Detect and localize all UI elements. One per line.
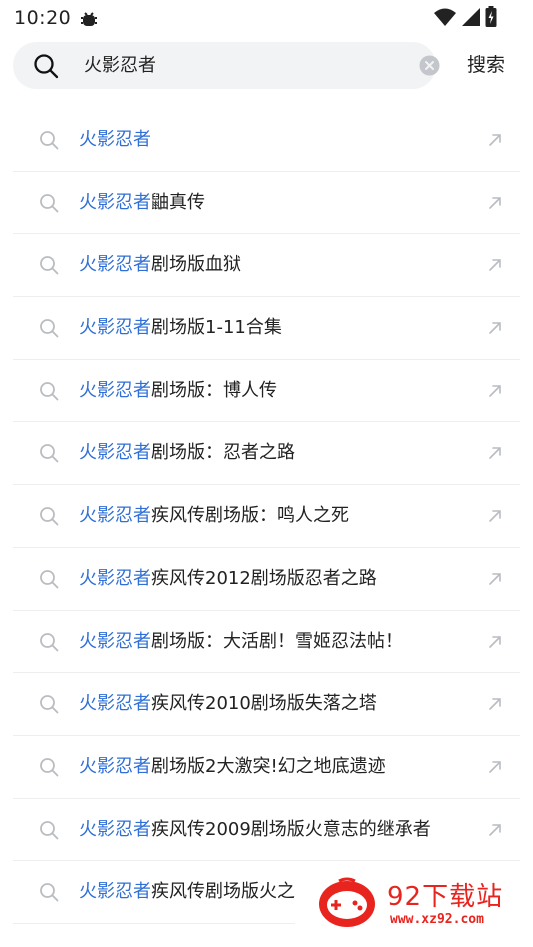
suggestion-rest: 鼬真传 <box>151 191 205 213</box>
suggestion-text: 火影忍者剧场版：博人传 <box>79 360 277 422</box>
fill-query-arrow-icon[interactable] <box>488 509 502 523</box>
suggestion-highlight: 火影忍者 <box>79 505 151 527</box>
suggestion-rest: 疾风传2010剧场版失落之塔 <box>151 693 377 715</box>
suggestion-item[interactable]: 火影忍者剧场版血狱 <box>13 234 520 298</box>
search-icon <box>40 444 59 463</box>
suggestion-item[interactable]: 火影忍者剧场版1-11合集 <box>13 297 520 360</box>
signal-icon <box>462 8 480 26</box>
suggestion-text: 火影忍者疾风传2009剧场版火意志的继承者 <box>79 799 431 861</box>
search-icon <box>40 883 59 902</box>
fill-query-arrow-icon[interactable] <box>488 384 502 398</box>
suggestion-highlight: 火影忍者 <box>79 254 151 276</box>
status-bar: 10:20 <box>0 0 533 36</box>
suggestion-item[interactable]: 火影忍者 <box>13 109 520 172</box>
fill-query-arrow-icon[interactable] <box>488 196 502 210</box>
fill-query-arrow-icon[interactable] <box>488 258 502 272</box>
suggestion-highlight: 火影忍者 <box>79 567 151 589</box>
suggestion-highlight: 火影忍者 <box>79 317 151 339</box>
suggestion-rest: 剧场版血狱 <box>151 254 241 276</box>
fill-query-arrow-icon[interactable] <box>488 321 502 335</box>
search-box[interactable] <box>13 42 440 89</box>
suggestion-item[interactable]: 火影忍者剧场版2大激突!幻之地底遗迹 <box>13 736 520 799</box>
suggestion-text: 火影忍者疾风传剧场版火之 <box>79 861 295 923</box>
search-icon <box>40 193 59 213</box>
suggestion-text: 火影忍者疾风传剧场版：鸣人之死 <box>79 485 349 547</box>
suggestion-text: 火影忍者剧场版2大激突!幻之地底遗迹 <box>79 736 386 798</box>
suggestion-highlight: 火影忍者 <box>79 129 151 150</box>
suggestion-highlight: 火影忍者 <box>79 442 151 464</box>
fill-query-arrow-icon[interactable] <box>488 823 502 837</box>
fill-query-arrow-icon[interactable] <box>488 635 502 649</box>
fill-query-arrow-icon[interactable] <box>488 572 502 586</box>
fill-query-arrow-icon[interactable] <box>488 446 502 460</box>
suggestion-text: 火影忍者剧场版1-11合集 <box>79 297 282 359</box>
suggestion-text: 火影忍者 <box>79 109 151 171</box>
fill-query-arrow-icon[interactable] <box>488 760 502 774</box>
wifi-icon <box>434 8 456 26</box>
suggestion-rest: 剧场版1-11合集 <box>151 317 282 339</box>
search-icon <box>40 632 59 651</box>
suggestion-rest: 疾风传2009剧场版火意志的继承者 <box>151 818 431 840</box>
suggestion-rest: 剧场版2大激突!幻之地底遗迹 <box>151 755 386 777</box>
suggestion-text: 火影忍者剧场版血狱 <box>79 234 241 296</box>
suggestion-highlight: 火影忍者 <box>79 630 151 652</box>
search-icon <box>40 319 59 338</box>
suggestion-text: 火影忍者疾风传2010剧场版失落之塔 <box>79 673 377 735</box>
suggestion-rest: 剧场版：大活剧！雪姬忍法帖！ <box>151 630 403 652</box>
suggestion-item[interactable]: 火影忍者疾风传2012剧场版忍者之路 <box>13 548 520 611</box>
suggestion-rest: 剧场版：忍者之路 <box>151 442 295 464</box>
suggestion-highlight: 火影忍者 <box>79 191 151 213</box>
suggestion-item[interactable]: 火影忍者疾风传2010剧场版失落之塔 <box>13 673 520 736</box>
search-icon <box>40 256 59 275</box>
search-button[interactable]: 搜索 <box>458 42 514 89</box>
suggestion-item[interactable]: 火影忍者鼬真传 <box>13 172 520 235</box>
suggestion-highlight: 火影忍者 <box>79 379 151 401</box>
suggestion-item[interactable]: 火影忍者疾风传2009剧场版火意志的继承者 <box>13 799 520 862</box>
suggestion-text: 火影忍者剧场版：忍者之路 <box>79 422 295 484</box>
status-time: 10:20 <box>14 7 72 29</box>
search-icon <box>40 695 59 714</box>
search-icon <box>34 54 59 79</box>
suggestion-highlight: 火影忍者 <box>79 755 151 777</box>
search-bar: 搜索 <box>0 42 533 90</box>
search-icon <box>40 507 59 526</box>
debug-bug-icon <box>81 12 98 26</box>
suggestion-highlight: 火影忍者 <box>79 881 151 903</box>
search-icon <box>40 757 59 777</box>
search-icon <box>40 569 59 589</box>
search-icon <box>40 820 59 839</box>
suggestion-item[interactable]: 火影忍者剧场版：忍者之路 <box>13 422 520 486</box>
battery-icon <box>485 6 497 27</box>
suggestion-rest: 剧场版：博人传 <box>151 379 277 401</box>
suggestion-list: 火影忍者 火影忍者鼬真传 火影忍者剧场版血狱 火影忍者剧场版1-11合集 火影忍者剧场版… <box>13 109 520 924</box>
fill-query-arrow-icon[interactable] <box>488 133 502 147</box>
suggestion-text: 火影忍者疾风传2012剧场版忍者之路 <box>79 548 377 610</box>
suggestion-item[interactable]: 火影忍者疾风传剧场版：鸣人之死 <box>13 485 520 548</box>
gamepad-logo-icon <box>319 877 375 927</box>
watermark-url: www.xz92.com <box>390 912 484 927</box>
search-icon <box>40 131 59 150</box>
fill-query-arrow-icon[interactable] <box>488 697 502 711</box>
suggestion-item[interactable]: 火影忍者剧场版：大活剧！雪姬忍法帖！ <box>13 611 520 674</box>
watermark: 92下载站 www.xz92.com <box>295 862 533 947</box>
suggestion-text: 火影忍者鼬真传 <box>79 172 205 234</box>
status-indicators <box>433 6 497 28</box>
suggestion-text: 火影忍者剧场版：大活剧！雪姬忍法帖！ <box>79 611 403 673</box>
suggestion-rest: 疾风传剧场版：鸣人之死 <box>151 505 349 527</box>
suggestion-item[interactable]: 火影忍者剧场版：博人传 <box>13 360 520 423</box>
suggestion-highlight: 火影忍者 <box>79 818 151 840</box>
search-input[interactable] <box>84 42 404 89</box>
clear-icon[interactable] <box>419 55 440 76</box>
search-icon <box>40 381 59 401</box>
suggestion-rest: 疾风传2012剧场版忍者之路 <box>151 567 377 589</box>
suggestion-rest: 疾风传剧场版火之 <box>151 881 295 903</box>
suggestion-highlight: 火影忍者 <box>79 693 151 715</box>
watermark-title: 92下载站 <box>387 882 504 912</box>
